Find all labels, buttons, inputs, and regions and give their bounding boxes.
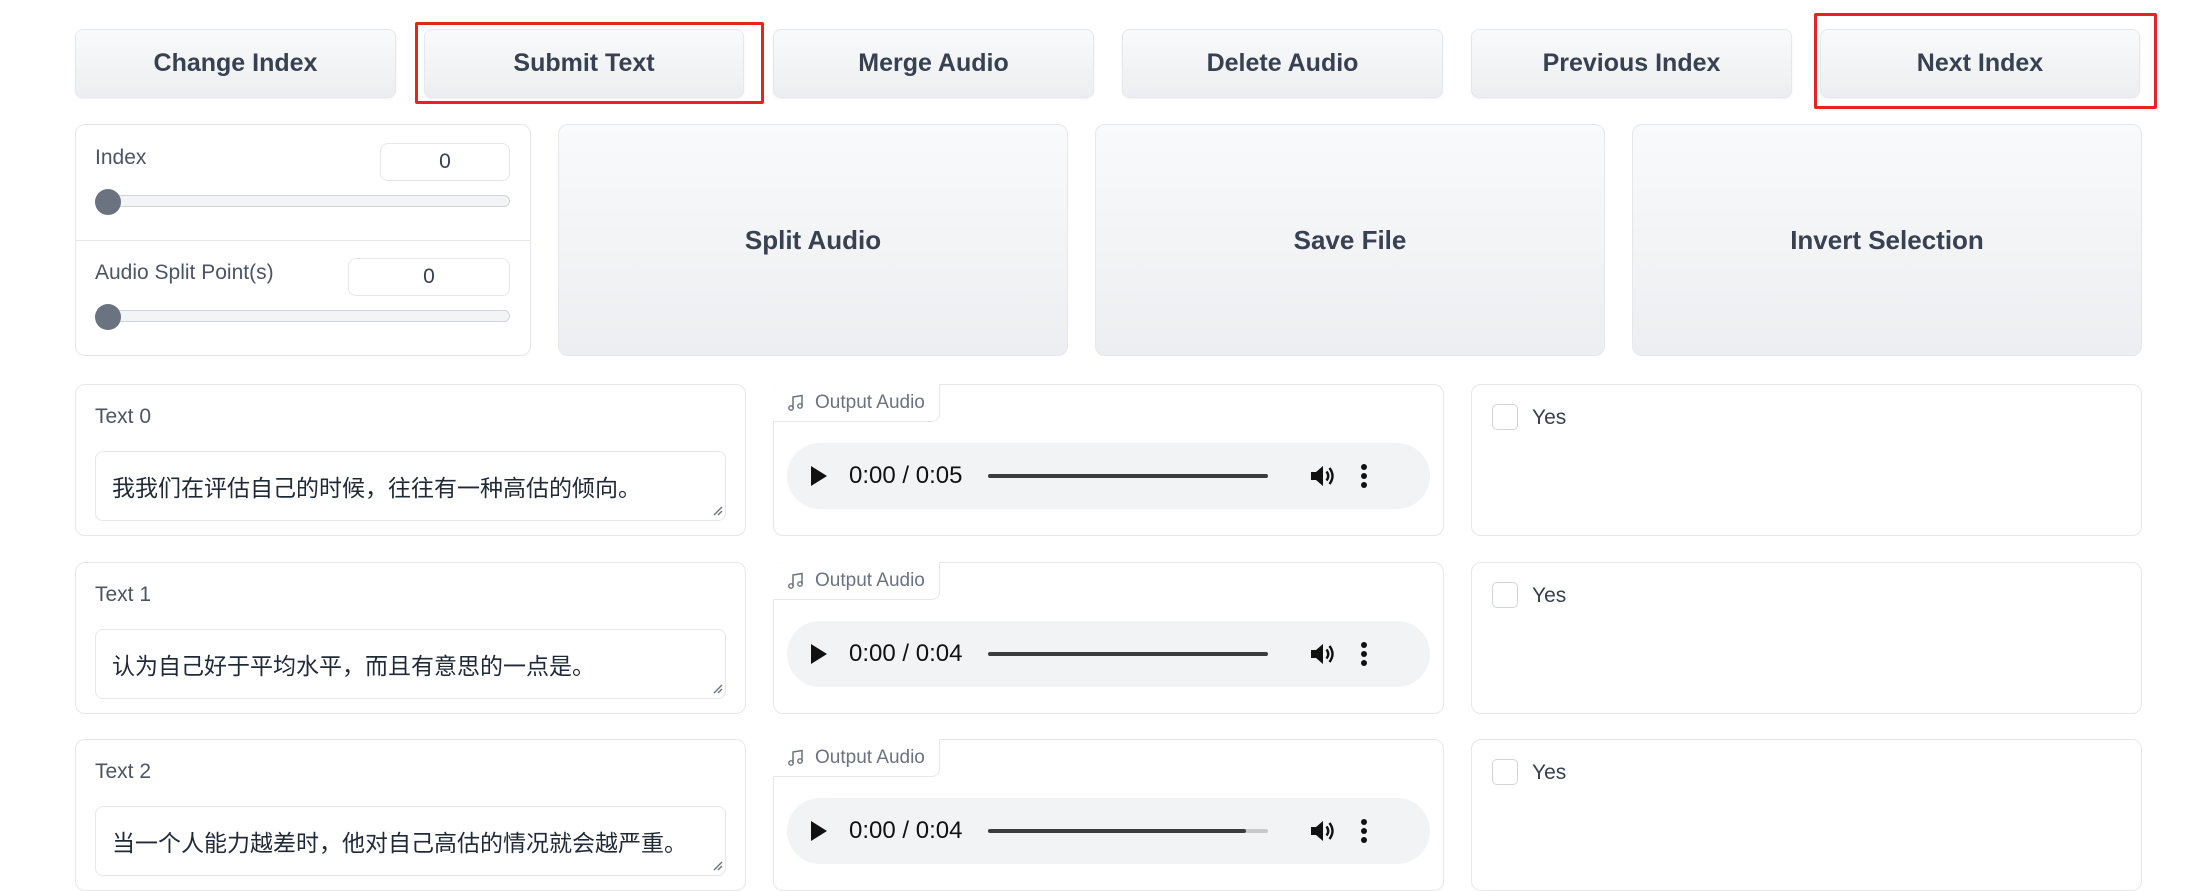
text-value: 当一个人能力越差时，他对自己高估的情况就会越严重。: [112, 831, 687, 857]
audio-player: 0:00 / 0:04: [787, 621, 1430, 687]
split-point-number-input[interactable]: [348, 258, 510, 296]
submit-text-button[interactable]: Submit Text: [424, 29, 744, 98]
play-icon[interactable]: [811, 821, 827, 841]
index-slider-thumb[interactable]: [95, 189, 121, 215]
play-icon[interactable]: [811, 644, 827, 664]
yes-checkbox[interactable]: [1492, 582, 1518, 608]
split-point-slider-track[interactable]: [95, 310, 510, 322]
change-index-button[interactable]: Change Index: [75, 29, 396, 98]
text-label: Text 1: [95, 583, 152, 606]
text-value: 我我们在评估自己的时候，往往有一种高估的倾向。: [112, 476, 641, 502]
audio-time: 0:00 / 0:04: [849, 817, 963, 844]
split-point-slider-thumb[interactable]: [95, 304, 121, 330]
split-point-label: Audio Split Point(s): [95, 261, 274, 284]
text-label: Text 2: [95, 760, 152, 783]
music-note-icon: [788, 749, 803, 766]
index-label: Index: [95, 146, 147, 169]
checkbox-card: [1471, 562, 2142, 714]
yes-checkbox-label[interactable]: Yes: [1532, 406, 1566, 430]
output-audio-tag: Output Audio: [773, 384, 940, 422]
resize-grip-icon[interactable]: [711, 859, 723, 871]
text-label: Text 0: [95, 405, 152, 428]
invert-selection-button[interactable]: Invert Selection: [1632, 124, 2142, 356]
yes-checkbox-label[interactable]: Yes: [1532, 761, 1566, 785]
index-number-input[interactable]: [380, 143, 510, 181]
audio-time: 0:00 / 0:05: [849, 462, 963, 489]
next-index-button[interactable]: Next Index: [1820, 29, 2140, 98]
split-audio-button[interactable]: Split Audio: [558, 124, 1068, 356]
yes-checkbox-label[interactable]: Yes: [1532, 584, 1566, 608]
checkbox-card: [1471, 384, 2142, 536]
volume-icon[interactable]: [1308, 817, 1336, 845]
previous-index-button[interactable]: Previous Index: [1471, 29, 1792, 98]
audio-progress-bar[interactable]: [988, 474, 1269, 478]
music-note-icon: [788, 394, 803, 411]
resize-grip-icon[interactable]: [711, 504, 723, 516]
panel-divider: [76, 240, 530, 241]
play-icon[interactable]: [811, 466, 827, 486]
merge-audio-button[interactable]: Merge Audio: [773, 29, 1094, 98]
more-options-icon[interactable]: [1360, 818, 1368, 844]
audio-progress-fill: [988, 474, 1269, 478]
output-audio-tag: Output Audio: [773, 562, 940, 600]
audio-time: 0:00 / 0:04: [849, 640, 963, 667]
text-input[interactable]: 当一个人能力越差时，他对自己高估的情况就会越严重。: [95, 806, 726, 876]
audio-progress-bar[interactable]: [988, 829, 1269, 833]
audio-progress-fill: [988, 652, 1269, 656]
audio-player: 0:00 / 0:04: [787, 798, 1430, 864]
text-input[interactable]: 我我们在评估自己的时候，往往有一种高估的倾向。: [95, 451, 726, 521]
audio-player: 0:00 / 0:05: [787, 443, 1430, 509]
output-audio-label: Output Audio: [815, 569, 925, 591]
delete-audio-button[interactable]: Delete Audio: [1122, 29, 1443, 98]
output-audio-label: Output Audio: [815, 746, 925, 768]
more-options-icon[interactable]: [1360, 641, 1368, 667]
audio-progress-bar[interactable]: [988, 652, 1269, 656]
yes-checkbox[interactable]: [1492, 404, 1518, 430]
audio-progress-fill: [988, 829, 1247, 833]
resize-grip-icon[interactable]: [711, 682, 723, 694]
text-input[interactable]: 认为自己好于平均水平，而且有意思的一点是。: [95, 629, 726, 699]
text-value: 认为自己好于平均水平，而且有意思的一点是。: [112, 654, 595, 680]
music-note-icon: [788, 572, 803, 589]
output-audio-tag: Output Audio: [773, 739, 940, 777]
volume-icon[interactable]: [1308, 640, 1336, 668]
yes-checkbox[interactable]: [1492, 759, 1518, 785]
more-options-icon[interactable]: [1360, 463, 1368, 489]
output-audio-label: Output Audio: [815, 391, 925, 413]
save-file-button[interactable]: Save File: [1095, 124, 1605, 356]
checkbox-card: [1471, 739, 2142, 891]
index-slider-track[interactable]: [95, 195, 510, 207]
volume-icon[interactable]: [1308, 462, 1336, 490]
